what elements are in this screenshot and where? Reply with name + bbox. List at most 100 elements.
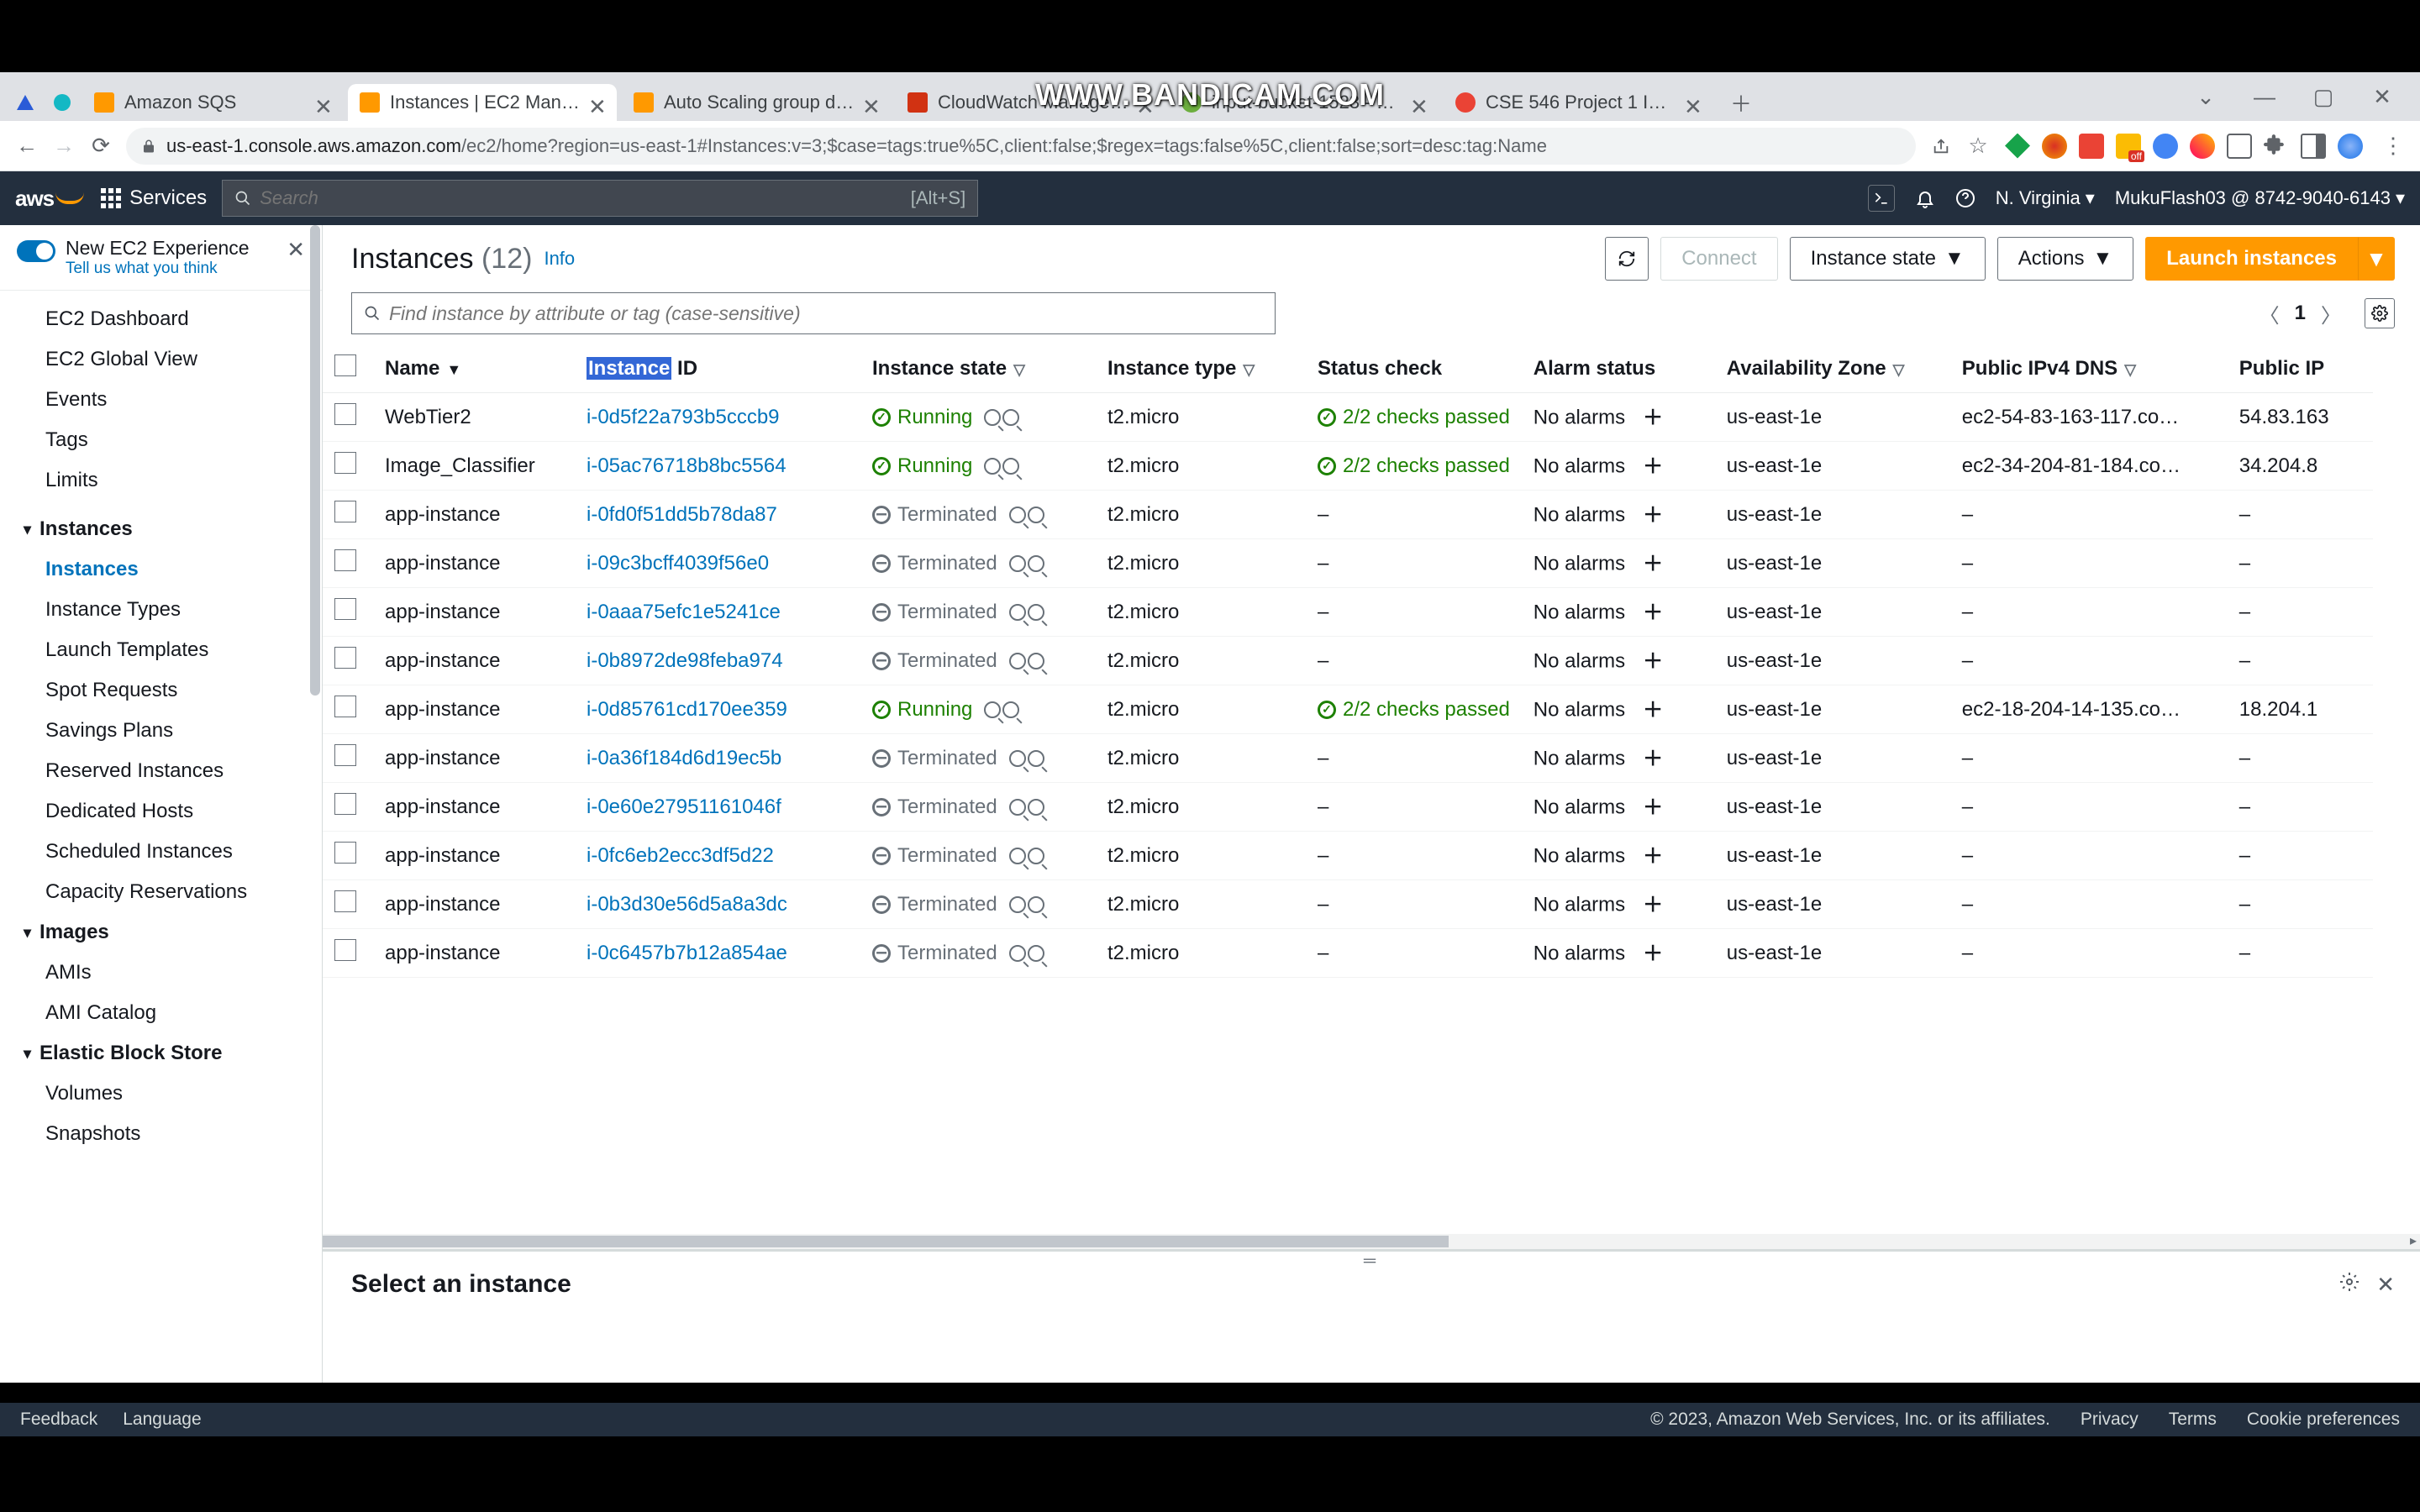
nav-item[interactable]: Volumes	[0, 1074, 322, 1114]
new-tab-button[interactable]: ＋	[1726, 87, 1756, 118]
new-experience-toggle[interactable]	[17, 240, 55, 262]
tab-close-icon[interactable]: ✕	[862, 94, 879, 111]
row-checkbox[interactable]	[334, 598, 356, 620]
instance-state-dropdown[interactable]: Instance state ▼	[1790, 237, 1986, 281]
ext-icon-5[interactable]	[2153, 134, 2178, 159]
add-alarm-button[interactable]: ＋	[1642, 550, 1664, 572]
add-alarm-button[interactable]: ＋	[1642, 794, 1664, 816]
row-checkbox[interactable]	[334, 890, 356, 912]
filter-input-wrap[interactable]	[351, 292, 1276, 334]
cell-instance-id[interactable]: i-0c6457b7b12a854ae	[575, 929, 860, 978]
nav-section-head[interactable]: Images	[0, 912, 322, 953]
cell-instance-id[interactable]: i-0fd0f51dd5b78da87	[575, 491, 860, 539]
table-row[interactable]: app-instancei-0fd0f51dd5b78da87Terminate…	[323, 491, 2373, 539]
state-filter-icon[interactable]	[1009, 799, 1044, 816]
state-filter-icon[interactable]	[984, 409, 1019, 426]
nav-item[interactable]: Instances	[0, 549, 322, 590]
close-window-button[interactable]: ✕	[2353, 80, 2412, 113]
notifications-icon[interactable]	[1915, 188, 1935, 208]
state-filter-icon[interactable]	[1009, 653, 1044, 669]
nav-item[interactable]: Dedicated Hosts	[0, 791, 322, 832]
tab-close-icon[interactable]: ✕	[588, 94, 605, 111]
select-all-checkbox[interactable]	[334, 354, 356, 376]
nav-item[interactable]: Capacity Reservations	[0, 872, 322, 912]
bookmark-icon[interactable]: ☆	[1960, 128, 1996, 165]
nav-item[interactable]: AMIs	[0, 953, 322, 993]
table-row[interactable]: WebTier2i-0d5f22a793b5cccb9Runningt2.mic…	[323, 393, 2373, 442]
chrome-menu-icon[interactable]: ⋮	[2375, 128, 2412, 165]
state-filter-icon[interactable]	[1009, 896, 1044, 913]
cloudshell-icon[interactable]	[1868, 185, 1895, 212]
nav-item[interactable]: Instance Types	[0, 590, 322, 630]
nav-item[interactable]: EC2 Dashboard	[0, 299, 322, 339]
nav-item[interactable]: Limits	[0, 460, 322, 501]
add-alarm-button[interactable]: ＋	[1642, 745, 1664, 767]
table-row[interactable]: app-instancei-0b3d30e56d5a8a3dcTerminate…	[323, 880, 2373, 929]
row-checkbox[interactable]	[334, 549, 356, 571]
row-checkbox[interactable]	[334, 647, 356, 669]
url-field[interactable]: us-east-1.console.aws.amazon.com/ec2/hom…	[126, 128, 1916, 165]
add-alarm-button[interactable]: ＋	[1642, 404, 1664, 426]
tab-close-icon[interactable]: ✕	[1684, 94, 1701, 111]
col-instance-type[interactable]: Instance type▽	[1096, 344, 1306, 393]
col-alarm-status[interactable]: Alarm status	[1522, 344, 1715, 393]
state-filter-icon[interactable]	[984, 701, 1019, 718]
nav-item[interactable]: Snapshots	[0, 1114, 322, 1154]
row-checkbox[interactable]	[334, 939, 356, 961]
state-filter-icon[interactable]	[1009, 945, 1044, 962]
language-link[interactable]: Language	[123, 1410, 201, 1430]
help-icon[interactable]	[1955, 188, 1975, 208]
horizontal-scrollbar[interactable]	[323, 1234, 2420, 1249]
account-menu[interactable]: MukuFlash03 @ 8742-9040-6143 ▾	[2115, 187, 2405, 209]
ext-icon-6[interactable]	[2190, 134, 2215, 159]
ext-icon-1[interactable]	[2005, 134, 2030, 159]
profile-avatar[interactable]	[2338, 134, 2363, 159]
nav-item[interactable]: Events	[0, 380, 322, 420]
region-selector[interactable]: N. Virginia ▾	[1996, 187, 2095, 209]
back-button[interactable]: ←	[8, 128, 45, 165]
nav-item[interactable]: Scheduled Instances	[0, 832, 322, 872]
cell-instance-id[interactable]: i-0b8972de98feba974	[575, 637, 860, 685]
nav-section-head[interactable]: Elastic Block Store	[0, 1033, 322, 1074]
nav-item[interactable]: Tags	[0, 420, 322, 460]
share-icon[interactable]	[1923, 128, 1960, 165]
aws-logo[interactable]: aws	[15, 186, 84, 212]
ext-icon-2[interactable]	[2042, 134, 2067, 159]
col-ip[interactable]: Public IP	[2228, 344, 2373, 393]
tab-close-icon[interactable]: ✕	[314, 94, 331, 111]
cell-instance-id[interactable]: i-0d85761cd170ee359	[575, 685, 860, 734]
launch-instances-caret[interactable]: ▼	[2358, 237, 2395, 281]
resize-handle[interactable]: ═	[323, 1252, 2420, 1263]
close-icon[interactable]: ✕	[287, 237, 305, 263]
cell-instance-id[interactable]: i-0aaa75efc1e5241ce	[575, 588, 860, 637]
add-alarm-button[interactable]: ＋	[1642, 891, 1664, 913]
cell-instance-id[interactable]: i-09c3bcff4039f56e0	[575, 539, 860, 588]
state-filter-icon[interactable]	[1009, 848, 1044, 864]
terms-link[interactable]: Terms	[2169, 1410, 2217, 1430]
chrome-chevron-icon[interactable]: ⌄	[2176, 80, 2235, 113]
ext-icon-7[interactable]	[2227, 134, 2252, 159]
table-row[interactable]: app-instancei-09c3bcff4039f56e0Terminate…	[323, 539, 2373, 588]
pinned-tab-1[interactable]	[8, 84, 42, 121]
table-row[interactable]: app-instancei-0d85761cd170ee359Runningt2…	[323, 685, 2373, 734]
launch-instances-button[interactable]: Launch instances	[2145, 237, 2358, 281]
refresh-button[interactable]	[1605, 237, 1649, 281]
settings-gear-icon[interactable]	[2365, 298, 2395, 328]
forward-button[interactable]: →	[45, 128, 82, 165]
pinned-tab-2[interactable]	[45, 84, 79, 121]
col-status-check[interactable]: Status check	[1306, 344, 1522, 393]
nav-item[interactable]: Launch Templates	[0, 630, 322, 670]
browser-tab[interactable]: Instances | EC2 Managem✕	[348, 84, 617, 121]
cell-instance-id[interactable]: i-0b3d30e56d5a8a3dc	[575, 880, 860, 929]
ext-icon-3[interactable]	[2079, 134, 2104, 159]
extensions-menu-icon[interactable]	[2264, 134, 2289, 159]
reload-button[interactable]: ⟳	[82, 128, 119, 165]
filter-input[interactable]	[389, 302, 1263, 325]
nav-item[interactable]: Spot Requests	[0, 670, 322, 711]
row-checkbox[interactable]	[334, 793, 356, 815]
row-checkbox[interactable]	[334, 501, 356, 522]
tab-close-icon[interactable]: ✕	[1410, 94, 1427, 111]
nav-section-head[interactable]: Instances	[0, 509, 322, 549]
feedback-link[interactable]: Feedback	[20, 1410, 97, 1430]
state-filter-icon[interactable]	[984, 458, 1019, 475]
